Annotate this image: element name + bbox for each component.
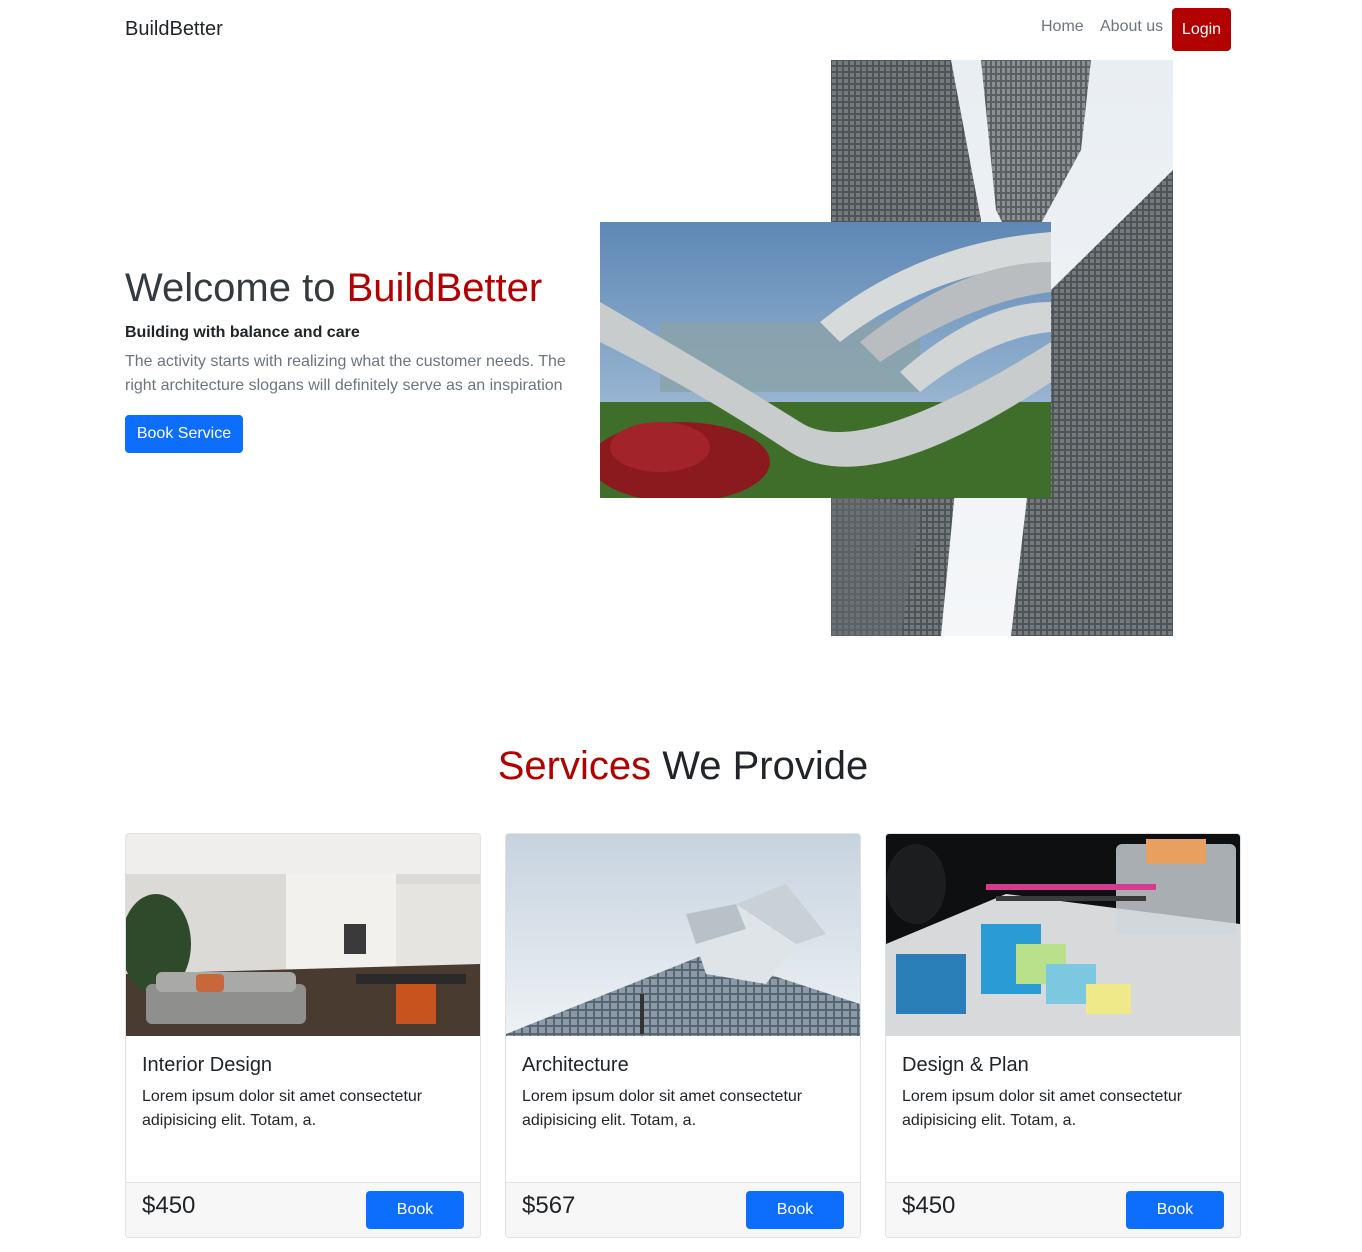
navbar: BuildBetter Home About us Login [0,0,1362,60]
card-footer: $450 Book [126,1182,480,1237]
design-plan-image [886,834,1240,1036]
services-title-accent: Services [497,744,652,788]
card-price: $450 [142,1192,196,1219]
card-title: Interior Design [142,1054,273,1076]
card-price: $567 [522,1192,576,1219]
service-card: Design & Plan Lorem ipsum dolor sit amet… [885,833,1241,1238]
card-text: Lorem ipsum dolor sit amet consectetur a… [142,1088,423,1129]
nav-home-link[interactable]: Home [1041,18,1084,36]
card-footer: $450 Book [886,1182,1240,1237]
hero-subtitle: Building with balance and care [125,324,360,341]
card-title: Design & Plan [902,1054,1029,1076]
book-button[interactable]: Book [366,1191,464,1229]
interior-design-image [126,834,480,1036]
login-button[interactable]: Login [1172,8,1231,51]
hero-title: Welcome to BuildBetter [125,266,542,311]
hero-description: The activity starts with realizing what … [125,353,566,394]
book-button[interactable]: Book [1126,1191,1224,1229]
curved-bridge-image [600,222,1051,498]
services-title-rest: We Provide [651,744,869,788]
service-card: Architecture Lorem ipsum dolor sit amet … [505,833,861,1238]
hero-title-accent: BuildBetter [346,266,543,310]
card-price: $450 [902,1192,956,1219]
card-footer: $567 Book [506,1182,860,1237]
hero-title-prefix: Welcome to [125,266,347,310]
card-text: Lorem ipsum dolor sit amet consectetur a… [522,1088,803,1129]
card-title: Architecture [522,1054,629,1076]
brand-logo[interactable]: BuildBetter [125,18,223,41]
book-button[interactable]: Book [746,1191,844,1229]
architecture-image [506,834,860,1036]
book-service-button[interactable]: Book Service [125,415,243,453]
services-title: Services We Provide [0,744,1362,789]
card-text: Lorem ipsum dolor sit amet consectetur a… [902,1088,1183,1129]
nav-about-link[interactable]: About us [1100,18,1163,36]
service-card: Interior Design Lorem ipsum dolor sit am… [125,833,481,1238]
